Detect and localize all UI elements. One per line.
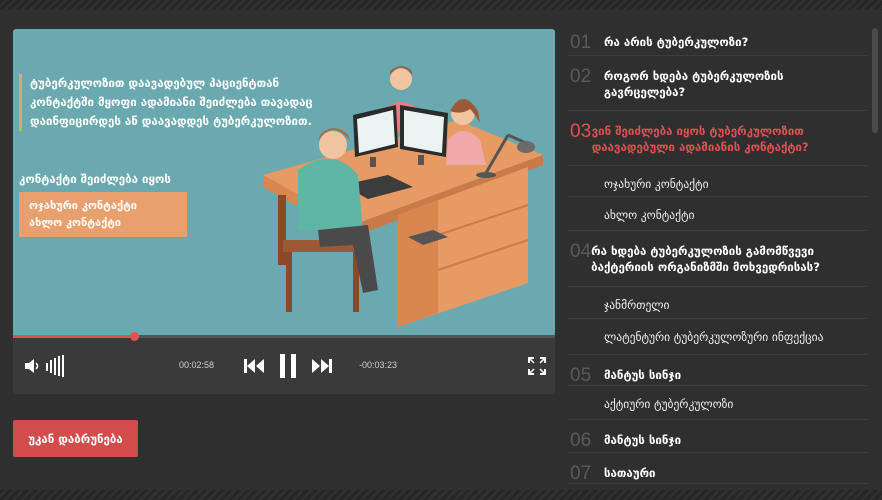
contact-option-family: ოჯახური კონტაქტი (29, 199, 138, 212)
menu-item-label: მანტუს სინჯი (604, 433, 682, 447)
back-button[interactable]: უკან დაბრუნება (13, 420, 138, 457)
menu-item[interactable]: 05 მანტუს სინჯი (568, 355, 868, 386)
menu-item-number: 04 (570, 241, 592, 262)
menu-item-number: 07 (570, 463, 592, 484)
menu-item-number: 02 (570, 66, 592, 87)
menu-item[interactable]: 07 სათაური (568, 453, 868, 484)
video-player[interactable]: ტუბერკულოზით დაავადებულ პაციენტთან კონტა… (13, 29, 555, 394)
menu-item-number: 05 (570, 365, 592, 386)
lesson-menu: 01 რა არის ტუბერკულოზი? 02 როგორ ხდება ტუბე… (568, 22, 868, 484)
menu-item-label: მანტუს სინჯი (604, 368, 682, 382)
menu-item-label: ლატენტური ტუბერკულოზური ინფექცია (604, 330, 824, 344)
fullscreen-icon[interactable] (527, 356, 547, 376)
menu-item[interactable]: 01 რა არის ტუბერკულოზი? (568, 22, 868, 56)
remaining-time: -00:03:23 (359, 360, 398, 370)
menu-item-label: ჯანმრთელი (604, 298, 670, 312)
menu-item-number: 03 (570, 121, 592, 142)
pause-icon[interactable] (277, 352, 299, 380)
menu-item-label: ახლო კონტაქტი (604, 208, 695, 222)
volume-icon[interactable] (23, 356, 43, 376)
slide-content: ტუბერკულოზით დაავადებულ პაციენტთან კონტა… (13, 29, 555, 335)
menu-item-label: სათაური (604, 466, 656, 480)
previous-icon[interactable] (243, 356, 265, 376)
menu-subitem[interactable]: ოჯახური კონტაქტი (568, 166, 868, 197)
elapsed-time: 00:02:58 (179, 360, 215, 370)
menu-item[interactable]: 06 მანტუს სინჯი (568, 420, 868, 453)
scrollbar[interactable] (872, 28, 878, 133)
menu-item-label: როგორ ხდება ტუბერკულოზის გავრცელება? (603, 69, 784, 99)
volume-level-bars[interactable] (45, 354, 65, 378)
menu-item[interactable]: 02 როგორ ხდება ტუბერკულოზის გავრცელება? (568, 56, 868, 111)
top-decor-strip (0, 0, 882, 10)
next-icon[interactable] (311, 356, 333, 376)
menu-subitem[interactable]: ჯანმრთელი (568, 287, 868, 319)
contact-title: კონტაქტი შეიძლება იყოს (19, 172, 171, 186)
menu-item-label: აქტიური ტუბერკულოზი (604, 397, 734, 411)
menu-item-label: რა ხდება ტუბერკულოზის გამომწვევი ბაქტერი… (591, 244, 820, 274)
menu-item[interactable]: 03 ვინ შეიძლება იყოს ტუბერკულოზით დაავადე… (568, 111, 868, 166)
contact-option-close: ახლო კონტაქტი (29, 216, 122, 229)
menu-item-label: ოჯახური კონტაქტი (604, 177, 709, 191)
bottom-decor-strip (0, 490, 882, 500)
menu-item-number: 06 (570, 430, 592, 451)
menu-subitem[interactable]: აქტიური ტუბერკულოზი (568, 386, 868, 420)
player-controls: 00:02:58 -00:03:23 (13, 338, 555, 394)
menu-item-number: 01 (570, 32, 592, 53)
menu-subitem[interactable]: ლატენტური ტუბერკულოზური ინფექცია (568, 319, 868, 355)
office-illustration (263, 66, 543, 327)
menu-item[interactable]: 04 რა ხდება ტუბერკულოზის გამომწვევი ბაქტე… (568, 231, 868, 287)
contact-options-box: ოჯახური კონტაქტი ახლო კონტაქტი (19, 192, 187, 237)
menu-item-label: ვინ შეიძლება იყოს ტუბერკულოზით დაავადებუ… (591, 124, 809, 154)
menu-subitem[interactable]: ახლო კონტაქტი (568, 197, 868, 231)
menu-item-label: რა არის ტუბერკულოზი? (604, 35, 749, 49)
